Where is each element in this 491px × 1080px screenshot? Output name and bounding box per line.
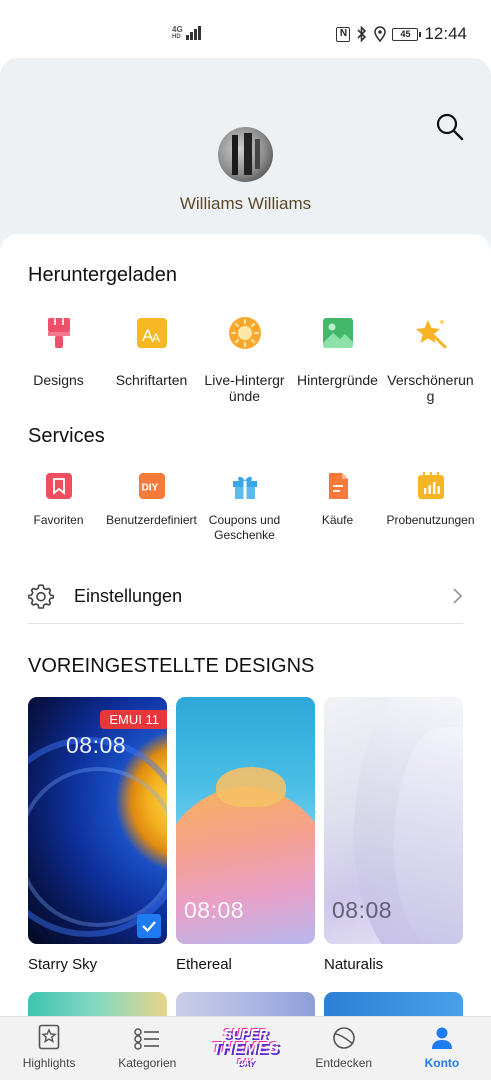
account-person-icon	[431, 1027, 452, 1049]
theme-name: Naturalis	[324, 956, 384, 973]
discover-planet-icon	[332, 1027, 355, 1049]
theme-clock: 08:08	[66, 732, 127, 758]
search-icon[interactable]	[435, 112, 465, 142]
nav-label: Highlights	[22, 1056, 76, 1070]
super-themes-day-logo: SUPER THEMES DAY	[211, 1020, 281, 1080]
nav-discover[interactable]: Entdecken	[295, 1017, 393, 1080]
selected-check-icon	[137, 914, 161, 938]
nfc-icon: N	[336, 26, 351, 42]
network-sub-label: HD	[172, 34, 181, 40]
fonts-icon: AA	[135, 316, 169, 350]
theme-clock: 08:08	[184, 897, 245, 923]
theme-name: Starry Sky	[28, 956, 98, 973]
nav-label: Konto	[424, 1056, 460, 1070]
signal-bar-icon	[189, 32, 193, 40]
services-grid: Favoriten DIY Benutzerdefiniert Coupons …	[12, 472, 479, 543]
service-item-purchases[interactable]: Käufe	[291, 472, 384, 543]
status-time: 12:44	[424, 24, 467, 43]
promo-line: DAY	[237, 1057, 254, 1067]
network-type-label: 4G	[172, 25, 183, 34]
theme-tile-starry-sky[interactable]: EMUI 11 08:08	[28, 697, 167, 944]
theme-tile-naturalis[interactable]: 08:08	[324, 697, 463, 944]
chevron-right-icon	[453, 588, 463, 604]
downloaded-label: Hintergründe	[297, 372, 378, 388]
wallpaper-image-icon	[321, 316, 355, 350]
service-label-line2: Geschenke	[214, 528, 275, 542]
service-item-coupons[interactable]: Coupons und Geschenke	[198, 472, 291, 543]
downloaded-item-beautify[interactable]: Verschönerun g	[384, 314, 477, 404]
battery-icon: 45	[392, 27, 422, 41]
service-label: Coupons und	[208, 513, 281, 527]
downloaded-label: Verschönerun	[387, 372, 474, 388]
nav-label: Kategorien	[118, 1056, 177, 1070]
service-item-favorites[interactable]: Favoriten	[12, 472, 105, 543]
live-wallpaper-icon	[228, 316, 262, 350]
downloaded-label: Live-Hintergr	[204, 372, 285, 388]
downloaded-label: Designs	[33, 372, 84, 388]
favorites-bookmark-icon	[45, 472, 73, 500]
nav-label: Entdecken	[315, 1056, 373, 1070]
network-indicator: 4G HD	[172, 26, 201, 40]
settings-row[interactable]: Einstellungen	[28, 570, 463, 622]
user-name: Williams Williams	[179, 194, 312, 213]
nav-super-themes-day[interactable]: SUPER THEMES DAY	[196, 1017, 294, 1080]
signal-bar-icon	[197, 26, 201, 40]
svg-text:DIY: DIY	[141, 483, 158, 494]
avatar[interactable]	[218, 127, 273, 182]
promo-line: THEMES	[212, 1039, 279, 1057]
service-item-custom[interactable]: DIY Benutzerdefiniert	[105, 472, 198, 543]
downloaded-section-title: Heruntergeladen	[28, 264, 177, 286]
status-bar: 4G HD N 45 12:44	[0, 0, 491, 58]
downloaded-label-line2: ünde	[228, 388, 261, 404]
categories-list-icon	[134, 1028, 160, 1050]
service-label: Probenutzungen	[386, 513, 475, 527]
services-section-title: Services	[28, 425, 105, 447]
bluetooth-icon	[357, 26, 367, 42]
bottom-nav: Highlights Kategorien SUPER THEMES DAY E…	[0, 1016, 491, 1080]
gift-icon	[231, 472, 259, 500]
downloaded-item-fonts[interactable]: AA Schriftarten	[105, 314, 198, 404]
theme-name: Ethereal	[176, 956, 232, 973]
nav-account[interactable]: Konto	[393, 1017, 491, 1080]
location-icon	[374, 26, 387, 42]
diy-icon: DIY	[138, 472, 166, 500]
emui-badge: EMUI 11	[100, 710, 167, 729]
nav-categories[interactable]: Kategorien	[98, 1017, 196, 1080]
promo-line: SUPER	[223, 1025, 268, 1041]
downloaded-item-wallpapers[interactable]: Hintergründe	[291, 314, 384, 404]
downloaded-label-line2: g	[426, 388, 435, 404]
signal-bar-icon	[193, 29, 197, 40]
service-label: Käufe	[321, 513, 354, 527]
downloaded-grid: Designs AA Schriftarten Live-Hintergr ünd…	[12, 314, 479, 404]
purchases-document-icon	[324, 472, 352, 500]
downloaded-item-designs[interactable]: Designs	[12, 314, 105, 404]
downloaded-label: Schriftarten	[115, 372, 188, 388]
theme-clock: 08:08	[332, 897, 393, 923]
profile-header: Williams Williams	[0, 58, 491, 258]
settings-label: Einstellungen	[74, 585, 183, 606]
beautify-star-icon	[414, 316, 448, 350]
preset-designs-title: VOREINGESTELLTE DESIGNS	[28, 655, 315, 677]
gear-icon	[28, 584, 54, 609]
main-card: Heruntergeladen Designs AA Schriftarten …	[0, 234, 491, 1032]
highlights-star-icon	[38, 1024, 60, 1050]
designs-brush-icon	[42, 316, 76, 350]
svg-text:A: A	[152, 331, 160, 345]
theme-tile-ethereal[interactable]: 08:08	[176, 697, 315, 944]
trials-calendar-icon	[417, 472, 445, 500]
downloaded-item-live-wallpapers[interactable]: Live-Hintergr ünde	[198, 314, 291, 404]
nav-highlights[interactable]: Highlights	[0, 1017, 98, 1080]
divider	[28, 623, 463, 624]
service-label: Favoriten	[33, 513, 84, 527]
service-label: Benutzerdefiniert	[106, 513, 197, 527]
signal-bar-icon	[185, 35, 189, 40]
service-item-trials[interactable]: Probenutzungen	[384, 472, 477, 543]
status-icons: N 45 12:44	[336, 24, 467, 44]
